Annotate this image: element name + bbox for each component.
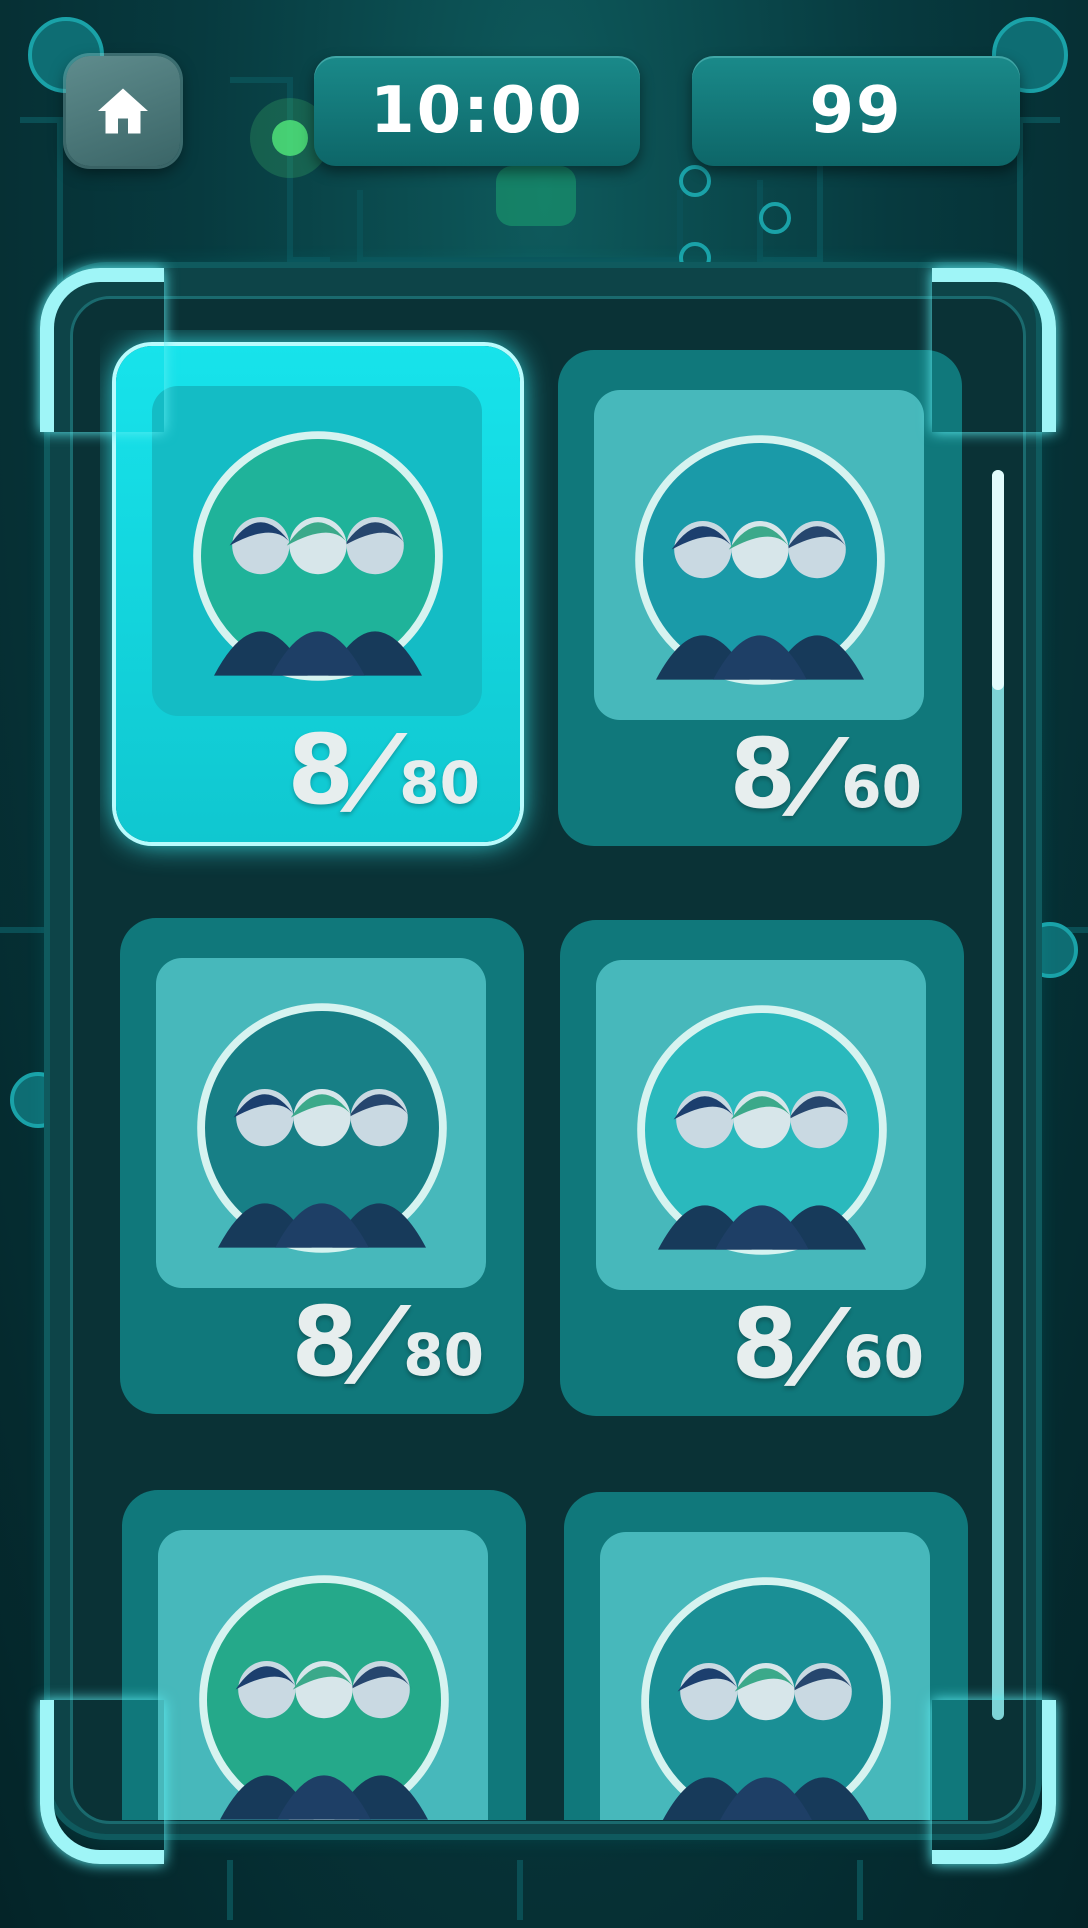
level-card[interactable]: 8/80 [116, 346, 520, 842]
score-display: 99 [692, 56, 1020, 166]
progress-slash: / [788, 718, 848, 830]
progress-total: 60 [843, 1323, 924, 1391]
frame-corner [932, 1700, 1056, 1864]
frame-corner [932, 268, 1056, 432]
level-progress: 8/80 [287, 714, 480, 826]
home-button[interactable] [66, 56, 180, 166]
scrollbar-thumb[interactable] [992, 470, 1004, 690]
progress-slash: / [790, 1288, 850, 1400]
level-card[interactable]: 8/60 [560, 920, 964, 1416]
team-avatar-icon [199, 1575, 449, 1820]
frame-corner [40, 1700, 164, 1864]
team-avatar-icon [637, 1005, 887, 1255]
progress-current: 8 [291, 1286, 358, 1398]
timer-display: 10:00 [314, 56, 640, 166]
progress-total: 80 [403, 1321, 484, 1389]
timer-text: 10:00 [370, 74, 584, 148]
team-avatar-icon [197, 1003, 447, 1253]
frame-corner [40, 268, 164, 432]
team-avatar-icon [193, 431, 443, 681]
progress-slash: / [346, 714, 406, 826]
progress-current: 8 [729, 718, 796, 830]
level-progress: 8/80 [291, 1286, 484, 1398]
progress-total: 80 [399, 749, 480, 817]
progress-current: 8 [731, 1288, 798, 1400]
level-progress: 8/60 [731, 1288, 924, 1400]
progress-current: 8 [287, 714, 354, 826]
level-card[interactable] [564, 1492, 968, 1820]
progress-slash: / [350, 1286, 410, 1398]
team-avatar-icon [635, 435, 885, 685]
score-text: 99 [809, 74, 903, 148]
level-progress: 8/60 [729, 718, 922, 830]
level-card[interactable]: 8/80 [120, 918, 524, 1414]
level-grid[interactable]: 8/80 8/60 8/80 8/60 [100, 330, 990, 1820]
home-icon [98, 88, 148, 134]
level-card[interactable]: 8/60 [558, 350, 962, 846]
progress-total: 60 [841, 753, 922, 821]
team-avatar-icon [641, 1577, 891, 1820]
level-card[interactable] [122, 1490, 526, 1820]
